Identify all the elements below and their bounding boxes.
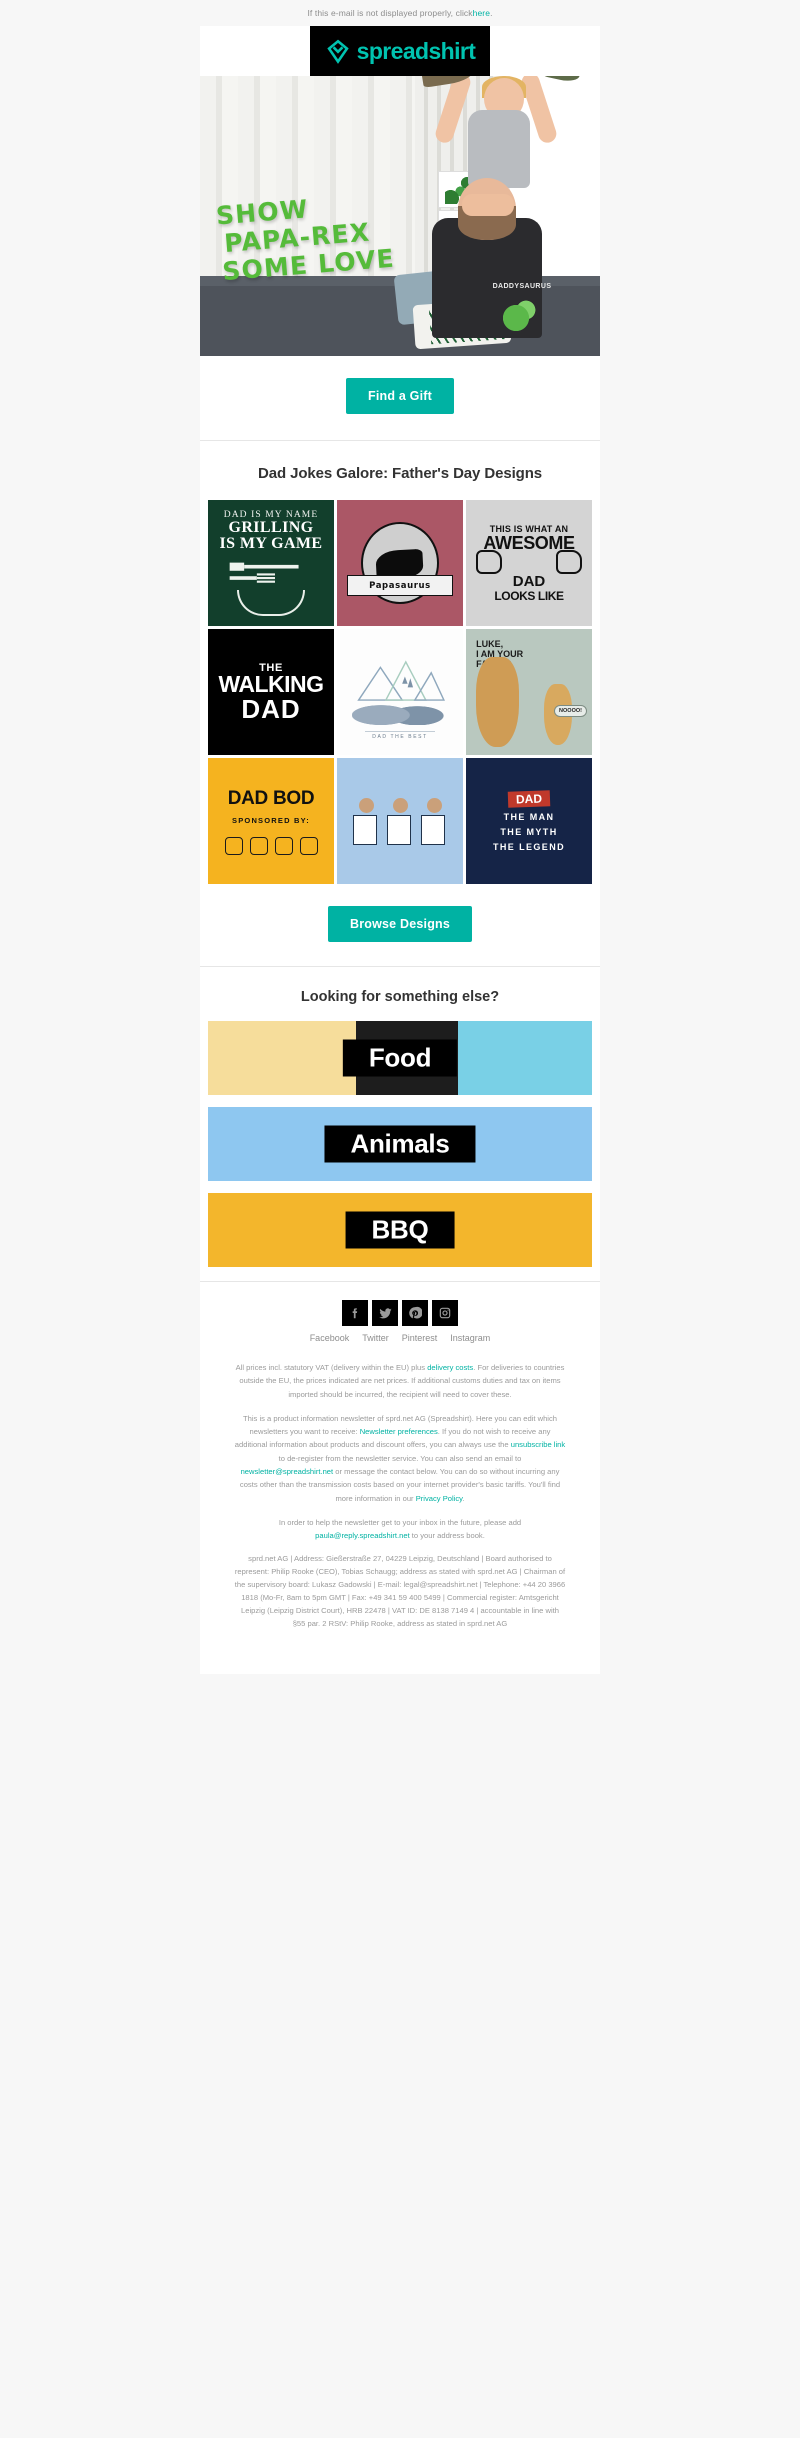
toy-dinosaur-right-icon: [542, 76, 582, 84]
browse-designs-section: Browse Designs: [200, 884, 600, 966]
inbox-paragraph: In order to help the newsletter get to y…: [234, 1516, 566, 1543]
newsletter-preferences-link[interactable]: Newsletter preferences: [360, 1427, 438, 1436]
myth-line1: THE MAN: [503, 811, 555, 822]
pinterest-icon: [409, 1306, 422, 1319]
categories-heading: Looking for something else?: [200, 967, 600, 1021]
design-tile-walking-dad[interactable]: THE WALKING DAD: [208, 629, 334, 755]
grilling-line2: GRILLING: [228, 519, 314, 537]
social-icons-row: [200, 1300, 600, 1326]
dadbod-line2: SPONSORED BY:: [232, 815, 310, 825]
preheader: If this e-mail is not displayed properly…: [0, 0, 800, 26]
twitter-button[interactable]: [372, 1300, 398, 1326]
preheader-text-after: .: [490, 8, 493, 18]
spreadshirt-heart-logo-icon: [326, 39, 349, 64]
logo-band: spreadshirt: [200, 26, 600, 76]
category-banner-animals[interactable]: Animals: [208, 1107, 592, 1181]
browse-designs-button[interactable]: Browse Designs: [327, 906, 473, 942]
dadbod-line1: DAD BOD: [227, 787, 315, 809]
designs-heading: Dad Jokes Galore: Father's Day Designs: [200, 441, 600, 500]
social-section: Facebook Twitter Pinterest Instagram: [200, 1282, 600, 1347]
social-label-twitter[interactable]: Twitter: [362, 1333, 389, 1343]
designs-grid: DAD IS MY NAME GRILLING IS MY GAME Papas…: [200, 500, 600, 884]
preheader-text-before: If this e-mail is not displayed properly…: [307, 8, 473, 18]
walking-line2: WALKING: [218, 671, 324, 698]
awesome-line3: DAD: [512, 573, 546, 591]
awesome-line4: LOOKS LIKE: [494, 588, 564, 603]
privacy-policy-link[interactable]: Privacy Policy: [416, 1494, 463, 1503]
twitter-icon: [378, 1307, 392, 1318]
company-address: sprd.net AG | Address: Gießerstraße 27, …: [234, 1554, 566, 1628]
bbq-tools-icon: [229, 562, 299, 583]
pinterest-button[interactable]: [402, 1300, 428, 1326]
hero-banner[interactable]: DADDYSAURUS SHOW PAPA-REX SOME LOVE: [200, 76, 600, 356]
design-tile-guitar-father[interactable]: LUKE, I AM YOUR FATHER NOOOO!: [466, 629, 592, 755]
burger-icon: [224, 836, 243, 855]
legal-section: All prices incl. statutory VAT (delivery…: [200, 1347, 600, 1674]
grilling-line3: IS MY GAME: [219, 535, 323, 553]
brand-logo[interactable]: spreadshirt: [310, 26, 490, 76]
category-label-food: Food: [342, 1039, 458, 1077]
guitar-large-icon: [476, 656, 519, 748]
social-label-pinterest[interactable]: Pinterest: [402, 1333, 438, 1343]
design-tile-awesome-dad[interactable]: THIS IS WHAT AN AWESOME DAD LOOKS LIKE: [466, 500, 592, 626]
design-tile-grilling[interactable]: DAD IS MY NAME GRILLING IS MY GAME: [208, 500, 334, 626]
social-labels-row: Facebook Twitter Pinterest Instagram: [200, 1333, 600, 1343]
thumbs-up-icons: [466, 550, 592, 575]
unsubscribe-link[interactable]: unsubscribe link: [511, 1440, 565, 1449]
preheader-here-link[interactable]: here: [473, 8, 490, 18]
category-label-animals: Animals: [324, 1125, 476, 1163]
beer-icon: [274, 836, 293, 855]
inbox-text-2: to your address book.: [409, 1531, 485, 1541]
category-banner-food[interactable]: Food: [208, 1021, 592, 1095]
hero-shirt-text: DADDYSAURUS: [492, 283, 552, 290]
hero-headline: SHOW PAPA-REX SOME LOVE: [215, 186, 436, 287]
news-text-5: .: [462, 1493, 465, 1503]
facebook-button[interactable]: [342, 1300, 368, 1326]
shirt-dinosaur-print: [500, 294, 540, 334]
pizza-icon: [249, 836, 268, 855]
instagram-button[interactable]: [432, 1300, 458, 1326]
social-label-instagram[interactable]: Instagram: [450, 1333, 490, 1343]
guitar-speech-bubble: NOOOO!: [554, 705, 587, 718]
design-tile-dads-group[interactable]: [337, 758, 463, 884]
design-tile-dad-bod[interactable]: DAD BOD SPONSORED BY:: [208, 758, 334, 884]
newsletter-email-link[interactable]: newsletter@spreadshirt.net: [241, 1467, 334, 1476]
papasaurus-label: Papasaurus: [369, 580, 431, 591]
grill-bowl-icon: [236, 589, 306, 616]
instagram-icon: [439, 1307, 451, 1319]
walking-line3: DAD: [241, 693, 301, 724]
myth-line0: DAD: [507, 789, 551, 808]
inbox-text-1: In order to help the newsletter get to y…: [278, 1517, 522, 1527]
design-tile-papasaurus[interactable]: Papasaurus: [337, 500, 463, 626]
bears-caption: DAD THE BEST: [372, 733, 428, 740]
myth-line2: THE MYTH: [500, 826, 558, 837]
papasaurus-banner: Papasaurus: [347, 574, 453, 597]
dads-illustration: [337, 758, 463, 884]
reply-address-link[interactable]: paula@reply.spreadshirt.net: [315, 1531, 410, 1540]
bears-icon: [352, 692, 448, 725]
email-body: spreadshirt DADDYSAURUS SHOW PAPA-REX SO…: [0, 26, 800, 1674]
donut-icon: [299, 836, 318, 855]
myth-line3: THE LEGEND: [492, 841, 565, 852]
find-gift-cta-section: Find a Gift: [200, 356, 600, 440]
email-column: spreadshirt DADDYSAURUS SHOW PAPA-REX SO…: [200, 26, 600, 1674]
social-label-facebook[interactable]: Facebook: [310, 1333, 350, 1343]
email-page: If this e-mail is not displayed properly…: [0, 0, 800, 1702]
delivery-costs-link[interactable]: delivery costs: [427, 1363, 473, 1372]
news-text-3: to de-register from the newsletter servi…: [278, 1453, 522, 1463]
page-bottom-spacer: [0, 1673, 800, 1702]
design-tile-bears[interactable]: DAD THE BEST: [337, 629, 463, 755]
vat-text-1: All prices incl. statutory VAT (delivery…: [235, 1363, 428, 1372]
dadbod-food-icons: [224, 836, 318, 855]
find-gift-button[interactable]: Find a Gift: [346, 378, 454, 414]
guitar-line1: LUKE,: [476, 639, 504, 650]
brand-name: spreadshirt: [356, 37, 476, 64]
vat-paragraph: All prices incl. statutory VAT (delivery…: [234, 1361, 566, 1401]
category-banner-bbq[interactable]: BBQ: [208, 1193, 592, 1267]
newsletter-paragraph: This is a product information newsletter…: [234, 1412, 566, 1505]
design-tile-man-myth-legend[interactable]: DAD THE MAN THE MYTH THE LEGEND: [466, 758, 592, 884]
facebook-icon: [352, 1308, 358, 1319]
category-label-bbq: BBQ: [345, 1211, 455, 1249]
